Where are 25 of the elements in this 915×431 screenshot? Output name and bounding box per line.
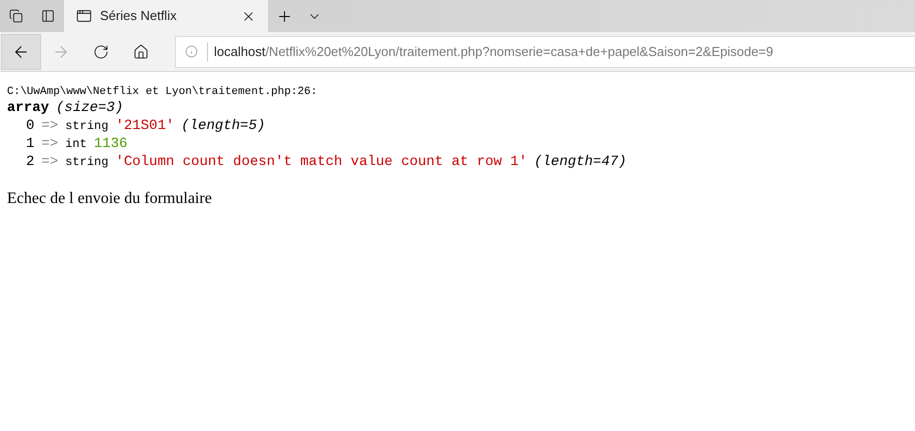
entry-type: int xyxy=(65,136,87,153)
page-icon xyxy=(76,8,92,24)
size-label: (size=3) xyxy=(56,99,124,117)
entry-type: string xyxy=(65,154,108,171)
type-label: array xyxy=(7,99,50,117)
entry-arrow: => xyxy=(41,153,58,171)
browser-tab[interactable]: Séries Netflix xyxy=(64,0,268,32)
url-host: localhost xyxy=(214,42,266,61)
url-path: /Netflix%20et%20Lyon/traitement.php?nomserie=casa+de+papel&Saison=2&Episode=9 xyxy=(265,42,774,61)
entry-length: (length=5) xyxy=(181,117,266,135)
info-icon xyxy=(185,45,198,58)
entry-value: 'Column count doesn't match value count at row 1' xyxy=(115,153,528,171)
entry-arrow: => xyxy=(41,117,58,135)
tab-title: Séries Netflix xyxy=(100,7,178,26)
entry-key: 1 xyxy=(26,135,34,153)
entry-key: 2 xyxy=(26,153,34,171)
entry-key: 0 xyxy=(26,117,34,135)
file-location: C:\UwAmp\www\Netflix et Lyon\traitement.php:26: xyxy=(7,85,318,99)
entry-arrow: => xyxy=(41,135,58,153)
address-field[interactable]: localhost/Netflix%20et%20Lyon/traitement.php?nomserie=casa+de+papel&Saison=2&Episode=9 xyxy=(175,36,915,68)
error-message: Echec de l envoie du formulaire xyxy=(7,189,213,209)
entry-type: string xyxy=(65,118,108,135)
entry-value: 1136 xyxy=(94,135,128,153)
entry-value: '21S01' xyxy=(115,117,174,135)
entry-length: (length=47) xyxy=(534,153,627,171)
